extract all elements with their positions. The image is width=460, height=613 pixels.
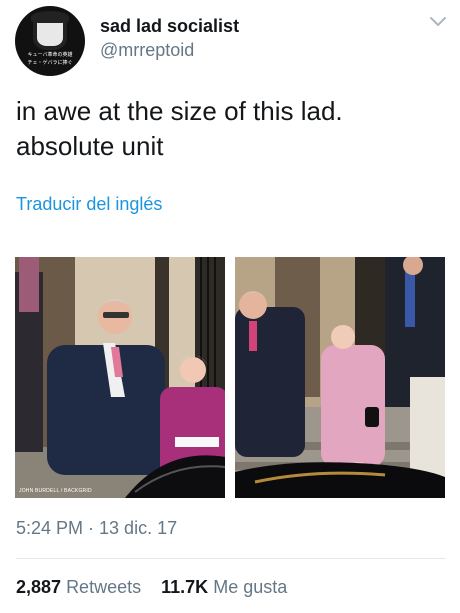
divider [16, 558, 446, 559]
translate-link[interactable]: Traducir del inglés [16, 194, 162, 215]
avatar-hair [33, 20, 67, 50]
photo-credit: JOHN BURDELL / BACKGRID [19, 488, 92, 494]
retweets-count: 2,887 [16, 577, 62, 597]
avatar-beret [31, 11, 69, 23]
tweet-stats: 2,887 Retweets 11.7K Me gusta [16, 577, 287, 598]
likes-stat[interactable]: 11.7K Me gusta [161, 577, 287, 597]
avatar[interactable]: キューバ革命の英雄 チェ・ゲバラに捧ぐ [15, 6, 85, 76]
chevron-down-icon[interactable] [426, 12, 450, 32]
likes-label: Me gusta [213, 577, 288, 597]
author-display-name[interactable]: sad lad socialist [100, 16, 239, 37]
photo-1-illustration [15, 257, 225, 498]
tweet-photo-1[interactable]: JOHN BURDELL / BACKGRID [15, 257, 225, 498]
retweets-label: Retweets [66, 577, 142, 597]
retweets-stat[interactable]: 2,887 Retweets [16, 577, 146, 597]
author-handle[interactable]: @mrreptoid [100, 40, 194, 61]
likes-count: 11.7K [161, 577, 209, 597]
avatar-caption-line-2: チェ・ゲバラに捧ぐ [27, 60, 73, 66]
avatar-caption-line-1: キューバ革命の英雄 [27, 52, 73, 58]
tweet-timestamp[interactable]: 5:24 PM · 13 dic. 17 [16, 518, 177, 539]
tweet-photo-2[interactable] [235, 257, 445, 498]
tweet-text: in awe at the size of this lad. absolute… [16, 96, 343, 161]
photo-2-illustration [235, 257, 445, 498]
